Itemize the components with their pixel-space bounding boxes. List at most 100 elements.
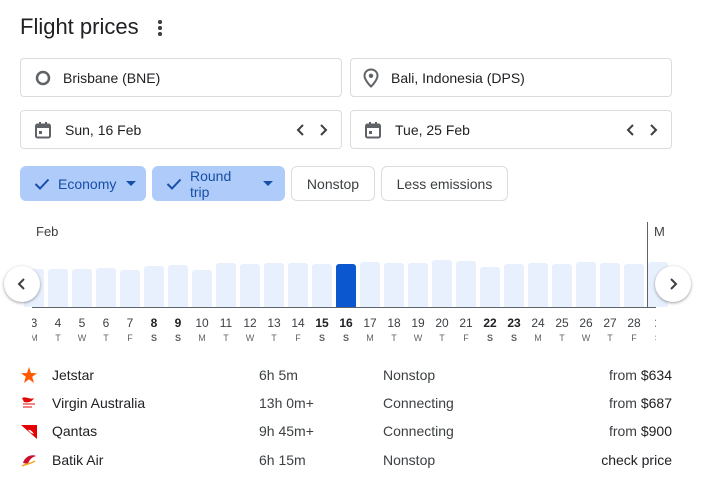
day-number-label: 10 (195, 316, 209, 330)
price-bar-chart (0, 220, 712, 307)
chevron-right-icon[interactable] (647, 123, 659, 137)
day-number-label: 11 (219, 316, 233, 330)
price-bar-day-10[interactable] (192, 270, 212, 307)
airline-name: Qantas (52, 423, 98, 439)
destination-field[interactable]: Bali, Indonesia (DPS) (350, 58, 672, 97)
day-number-label: 1 (646, 316, 656, 330)
flight-duration: 9h 45m+ (259, 423, 314, 439)
day-number-label: 5 (78, 316, 86, 330)
price-bar-day-17[interactable] (360, 262, 380, 307)
price-prefix: from (608, 423, 637, 439)
price-bar-day-18[interactable] (384, 263, 404, 307)
price-bar-day-21[interactable] (456, 261, 476, 307)
airline-row[interactable]: Qantas 9h 45m+ Connecting from $900 (0, 417, 712, 445)
price-bar-day-7[interactable] (120, 270, 140, 307)
price-bar-day-8[interactable] (144, 266, 164, 307)
flight-price: from $900 (609, 423, 672, 439)
more-options-icon[interactable] (152, 18, 168, 38)
calendar-icon (33, 120, 53, 140)
price-bar-day-24[interactable] (528, 263, 548, 307)
day-labels: 3 M 4 T 5 W 6 T 7 F 8 S 9 S 10 M 11 T 12 W 13 T 14 F 15 S 16 S 17 M 18… (32, 310, 656, 346)
depart-date-value: Sun, 16 Feb (65, 121, 142, 138)
dropdown-arrow-icon (126, 180, 137, 187)
round-trip-filter-chip[interactable]: Round trip (152, 166, 285, 201)
day-of-week-label: T (103, 333, 109, 343)
price-value: $687 (640, 395, 672, 411)
chevron-left-icon[interactable] (295, 123, 307, 137)
day-of-week-label: M (366, 333, 374, 343)
return-date-value: Tue, 25 Feb (395, 121, 470, 138)
flight-price: from $634 (609, 367, 672, 383)
price-bar-day-5[interactable] (72, 269, 92, 307)
chevron-right-icon (670, 278, 678, 290)
day-of-week-label: S (150, 333, 157, 343)
location-pin-icon (361, 67, 381, 88)
virgin-australia-logo-icon (20, 394, 38, 412)
chart-baseline (32, 307, 656, 308)
price-bar-day-4[interactable] (48, 269, 68, 307)
destination-value: Bali, Indonesia (DPS) (391, 69, 525, 86)
price-bar-day-27[interactable] (600, 263, 620, 307)
airline-name: Virgin Australia (52, 395, 146, 411)
price-bar-day-28[interactable] (624, 264, 644, 307)
flight-stops: Nonstop (383, 367, 436, 383)
origin-value: Brisbane (BNE) (63, 69, 161, 86)
day-of-week-label: S (342, 333, 349, 343)
flight-duration: 13h 0m+ (259, 395, 314, 411)
day-number-label: 20 (435, 316, 449, 330)
price-value: $900 (640, 423, 672, 439)
check-icon (166, 177, 182, 191)
day-of-week-label: T (439, 333, 445, 343)
batik-air-logo-icon (20, 451, 38, 469)
price-bar-day-14[interactable] (288, 263, 308, 307)
flight-stops: Connecting (383, 395, 454, 411)
day-of-week-label: T (55, 333, 61, 343)
price-bar-day-9[interactable] (168, 265, 188, 307)
price-bar-day-26[interactable] (576, 262, 596, 307)
day-of-week-label: W (413, 333, 423, 343)
day-number-label: 25 (555, 316, 569, 330)
price-bar-day-16[interactable] (336, 264, 356, 307)
calendar-icon (363, 120, 383, 140)
flight-stops: Nonstop (383, 452, 436, 468)
day-of-week-label: W (245, 333, 255, 343)
day-number-label: 12 (243, 316, 257, 330)
nonstop-filter-chip[interactable]: Nonstop (291, 166, 375, 201)
price-bar-day-23[interactable] (504, 264, 524, 307)
day-number-label: 16 (339, 316, 353, 330)
day-of-week-label: T (271, 333, 277, 343)
airline-row[interactable]: Virgin Australia 13h 0m+ Connecting from… (0, 389, 712, 417)
airline-name: Jetstar (52, 367, 95, 383)
return-date-field[interactable]: Tue, 25 Feb (350, 110, 672, 149)
day-number-label: 15 (315, 316, 329, 330)
day-number-label: 9 (174, 316, 182, 330)
chevron-left-icon[interactable] (625, 123, 637, 137)
price-bar-day-12[interactable] (240, 264, 260, 307)
economy-filter-chip[interactable]: Economy (20, 166, 146, 201)
price-bar-day-6[interactable] (96, 268, 116, 307)
chart-next-button[interactable] (655, 266, 691, 302)
price-bar-day-19[interactable] (408, 263, 428, 307)
day-number-label: 13 (267, 316, 281, 330)
day-number-label: 19 (411, 316, 425, 330)
airline-row[interactable]: Jetstar 6h 5m Nonstop from $634 (0, 361, 712, 389)
price-bar-day-25[interactable] (552, 264, 572, 307)
dropdown-arrow-icon (263, 180, 273, 187)
day-number-label: 22 (483, 316, 497, 330)
price-bar-day-22[interactable] (480, 267, 500, 307)
price-bar-day-11[interactable] (216, 263, 236, 307)
day-of-week-label: S (646, 333, 656, 343)
less-emissions-filter-chip[interactable]: Less emissions (381, 166, 508, 201)
round-trip-label: Round trip (190, 167, 232, 200)
day-of-week-label: S (318, 333, 325, 343)
origin-field[interactable]: Brisbane (BNE) (20, 58, 342, 97)
airline-row[interactable]: Batik Air 6h 15m Nonstop check price (0, 446, 712, 474)
depart-date-field[interactable]: Sun, 16 Feb (20, 110, 342, 149)
chart-prev-button[interactable] (4, 266, 40, 302)
price-bar-day-13[interactable] (264, 263, 284, 307)
origin-circle-icon (33, 68, 53, 88)
price-bar-day-15[interactable] (312, 264, 332, 307)
price-bar-day-20[interactable] (432, 260, 452, 307)
chevron-right-icon[interactable] (317, 123, 329, 137)
price-value: check price (601, 452, 672, 468)
